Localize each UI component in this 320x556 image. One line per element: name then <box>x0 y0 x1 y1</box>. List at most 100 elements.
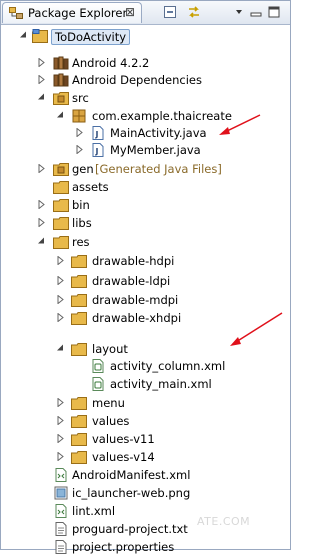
bin-label: bin <box>72 198 90 212</box>
collapse-all-icon[interactable] <box>162 4 178 20</box>
folder-icon <box>71 275 87 288</box>
link-with-editor-icon[interactable] <box>186 4 202 20</box>
assets-label: assets <box>72 180 109 194</box>
collapsed-arrow-icon[interactable] <box>56 452 65 461</box>
folder-icon <box>71 397 87 410</box>
expanded-arrow-icon[interactable] <box>19 31 28 40</box>
mainactivity-label: MainActivity.java <box>110 126 207 140</box>
tree-item-activity-column[interactable]: activity_column.xml <box>1 357 290 375</box>
tree-item-layout[interactable]: layout <box>1 340 290 358</box>
android-dependencies-label: Android Dependencies <box>72 73 202 87</box>
tree-item-menu[interactable]: menu <box>1 394 290 412</box>
tree-item-libs[interactable]: libs <box>1 214 290 232</box>
project-properties-label: project.properties <box>72 540 175 554</box>
mymember-label: MyMember.java <box>110 143 201 157</box>
folder-icon <box>71 433 87 446</box>
expanded-arrow-icon[interactable] <box>56 344 65 353</box>
layout-label: layout <box>92 342 128 356</box>
drawable-xhdpi-label: drawable-xhdpi <box>92 311 182 325</box>
collapsed-arrow-icon[interactable] <box>37 200 46 209</box>
menu-label: menu <box>92 396 125 410</box>
tree-item-drawable-hdpi[interactable]: drawable-hdpi <box>1 252 290 270</box>
folder-icon <box>53 236 69 249</box>
tree-item-mymember[interactable]: J MyMember.java <box>1 141 290 159</box>
tree-item-values-v11[interactable]: values-v11 <box>1 430 290 448</box>
source-folder-icon <box>53 163 69 176</box>
tree-item-ic-launcher[interactable]: ic_launcher-web.png <box>1 484 290 502</box>
tree-item-project[interactable]: ToDoActivity <box>1 27 290 45</box>
tree-item-android-manifest[interactable]: AndroidManifest.xml <box>1 466 290 484</box>
view-menu-icon[interactable] <box>231 4 247 20</box>
minimize-icon[interactable] <box>248 4 264 20</box>
tab-package-explorer[interactable]: Package Explorer ⊠ <box>2 2 142 23</box>
values-v11-label: values-v11 <box>92 432 155 446</box>
tree-item-bin[interactable]: bin <box>1 196 290 214</box>
tree-item-activity-main[interactable]: activity_main.xml <box>1 375 290 393</box>
svg-text:J: J <box>95 147 99 156</box>
collapsed-arrow-icon[interactable] <box>37 75 46 84</box>
folder-icon <box>71 312 87 325</box>
tree-item-package[interactable]: com.example.thaicreate <box>1 107 290 125</box>
tree-item-android-library[interactable]: Android 4.2.2 <box>1 54 290 72</box>
collapsed-arrow-icon[interactable] <box>56 416 65 425</box>
java-file-icon: J <box>92 143 104 157</box>
tree-item-drawable-xhdpi[interactable]: drawable-xhdpi <box>1 309 290 327</box>
collapsed-arrow-icon[interactable] <box>56 256 65 265</box>
xml-file-icon <box>55 504 67 518</box>
expanded-arrow-icon[interactable] <box>37 93 46 102</box>
properties-file-icon <box>55 540 67 554</box>
android-version-label: Android 4.2.2 <box>72 56 150 70</box>
close-icon[interactable]: ⊠ <box>125 5 135 19</box>
collapsed-arrow-icon[interactable] <box>56 434 65 443</box>
collapsed-arrow-icon[interactable] <box>37 164 46 173</box>
tree-item-assets[interactable]: assets <box>1 178 290 196</box>
collapsed-arrow-icon[interactable] <box>75 145 84 154</box>
tree-item-mainactivity[interactable]: J MainActivity.java <box>1 124 290 142</box>
activity-main-label: activity_main.xml <box>110 377 212 391</box>
svg-text:J: J <box>95 130 99 139</box>
folder-icon <box>71 294 87 307</box>
tree-item-gen[interactable]: gen [Generated Java Files] <box>1 160 290 178</box>
drawable-hdpi-label: drawable-hdpi <box>92 254 175 268</box>
folder-icon <box>71 415 87 428</box>
collapsed-arrow-icon[interactable] <box>56 398 65 407</box>
tree-item-res[interactable]: res <box>1 233 290 251</box>
package-explorer-icon <box>9 7 23 19</box>
drawable-mdpi-label: drawable-mdpi <box>92 293 179 307</box>
collapsed-arrow-icon[interactable] <box>75 128 84 137</box>
collapsed-arrow-icon[interactable] <box>37 58 46 67</box>
tree-item-project-properties[interactable]: project.properties <box>1 538 290 556</box>
expanded-arrow-icon[interactable] <box>37 237 46 246</box>
android-manifest-label: AndroidManifest.xml <box>72 468 191 482</box>
library-icon <box>53 73 69 87</box>
collapsed-arrow-icon[interactable] <box>56 276 65 285</box>
proguard-label: proguard-project.txt <box>72 522 188 536</box>
folder-icon <box>53 181 69 194</box>
res-label: res <box>72 235 90 249</box>
package-icon <box>72 109 86 123</box>
source-folder-icon <box>53 92 69 105</box>
tree-item-values-v14[interactable]: values-v14 <box>1 448 290 466</box>
values-v14-label: values-v14 <box>92 450 155 464</box>
tree-item-android-dependencies[interactable]: Android Dependencies <box>1 71 290 89</box>
java-file-icon: J <box>92 126 104 140</box>
folder-icon <box>71 451 87 464</box>
folder-icon <box>53 199 69 212</box>
collapsed-arrow-icon[interactable] <box>56 313 65 322</box>
tree-item-drawable-ldpi[interactable]: drawable-ldpi <box>1 272 290 290</box>
collapsed-arrow-icon[interactable] <box>56 295 65 304</box>
gen-label: gen <box>72 162 94 176</box>
maximize-icon[interactable] <box>266 4 282 20</box>
image-file-icon <box>54 486 68 500</box>
tree-item-src[interactable]: src <box>1 89 290 107</box>
expanded-arrow-icon[interactable] <box>56 111 65 120</box>
view-tab-bar: Package Explorer ⊠ <box>1 1 290 25</box>
text-file-icon <box>55 522 67 536</box>
xml-file-icon <box>55 468 67 482</box>
tree-item-drawable-mdpi[interactable]: drawable-mdpi <box>1 291 290 309</box>
collapsed-arrow-icon[interactable] <box>37 218 46 227</box>
tree-item-values[interactable]: values <box>1 412 290 430</box>
project-label: ToDoActivity <box>51 29 131 45</box>
drawable-ldpi-label: drawable-ldpi <box>92 274 171 288</box>
package-label: com.example.thaicreate <box>92 109 232 123</box>
